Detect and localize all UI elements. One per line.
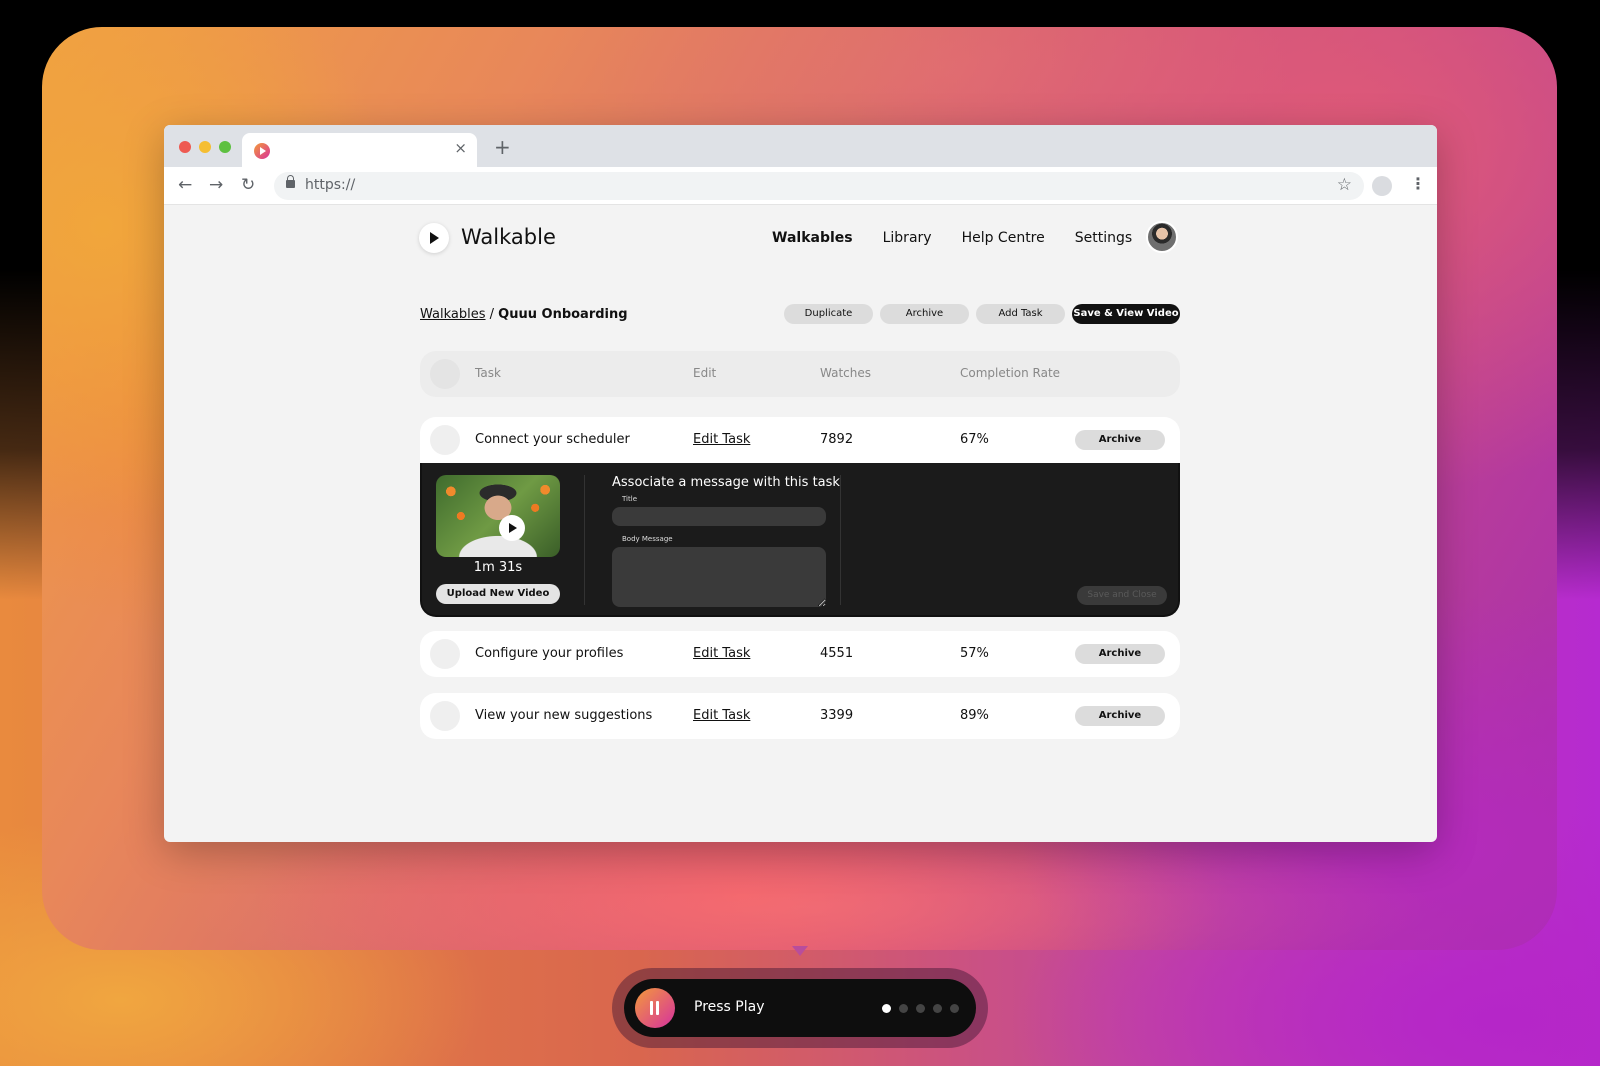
task-completion-rate: 57% (960, 646, 989, 661)
breadcrumb-walkables-link[interactable]: Walkables (420, 307, 486, 322)
browser-profile-icon[interactable] (1372, 176, 1392, 196)
header-edit: Edit (693, 366, 717, 380)
breadcrumb: Walkables / Quuu Onboarding (420, 307, 628, 322)
header-task: Task (475, 366, 501, 380)
task-name: Configure your profiles (475, 646, 624, 661)
header-watches: Watches (820, 366, 871, 380)
play-icon[interactable] (499, 515, 525, 541)
archive-walkable-button[interactable]: Archive (880, 304, 969, 324)
nav-settings[interactable]: Settings (1075, 230, 1132, 246)
archive-task-button[interactable]: Archive (1075, 706, 1165, 726)
window-maximize-dot[interactable] (219, 141, 231, 153)
task-select-circle[interactable] (430, 701, 460, 731)
address-bar[interactable]: https:// ☆ (274, 172, 1364, 200)
lock-icon (286, 175, 295, 188)
archive-task-button[interactable]: Archive (1075, 430, 1165, 450)
forward-arrow-icon[interactable]: → (209, 175, 223, 195)
pause-icon[interactable] (635, 988, 675, 1028)
bookmark-star-icon[interactable]: ☆ (1337, 175, 1352, 195)
add-task-button[interactable]: Add Task (976, 304, 1065, 324)
nav-library[interactable]: Library (883, 230, 932, 246)
step-dot[interactable] (899, 1004, 908, 1013)
app-content: Walkable Walkables Library Help Centre S… (164, 205, 1437, 842)
nav-walkables[interactable]: Walkables (772, 230, 853, 246)
nav-help-centre[interactable]: Help Centre (962, 230, 1045, 246)
archive-task-button[interactable]: Archive (1075, 644, 1165, 664)
task-name: Connect your scheduler (475, 432, 630, 447)
task-completion-rate: 89% (960, 708, 989, 723)
step-dot[interactable] (882, 1004, 891, 1013)
step-dot[interactable] (950, 1004, 959, 1013)
duplicate-button[interactable]: Duplicate (784, 304, 873, 324)
save-and-close-button[interactable]: Save and Close (1077, 586, 1167, 605)
browser-tab[interactable]: × (242, 133, 477, 167)
task-completion-rate: 67% (960, 432, 989, 447)
logo-text[interactable]: Walkable (461, 225, 556, 249)
video-thumbnail[interactable] (436, 475, 560, 557)
walkable-logo-play-icon[interactable] (419, 223, 449, 253)
task-watches: 3399 (820, 708, 854, 723)
title-label: Title (622, 495, 638, 503)
browser-menu-icon[interactable]: ⋮ (1410, 174, 1426, 193)
tab-bar: × + (164, 125, 1437, 167)
edit-task-link[interactable]: Edit Task (693, 708, 750, 723)
panel-divider (840, 475, 841, 605)
url-text[interactable]: https:// (305, 177, 355, 193)
task-watches: 7892 (820, 432, 854, 447)
reload-icon[interactable]: ↻ (241, 175, 255, 195)
body-message-label: Body Message (622, 535, 673, 543)
table-row[interactable]: View your new suggestions Edit Task 3399… (420, 693, 1180, 739)
step-dot[interactable] (933, 1004, 942, 1013)
browser-toolbar: ← → ↻ https:// ☆ ⋮ (164, 167, 1437, 205)
breadcrumb-current: Quuu Onboarding (498, 307, 628, 322)
back-arrow-icon[interactable]: ← (178, 175, 192, 195)
task-name: View your new suggestions (475, 708, 653, 723)
title-input[interactable] (612, 507, 826, 526)
task-select-circle[interactable] (430, 639, 460, 669)
step-dot[interactable] (916, 1004, 925, 1013)
tab-close-icon[interactable]: × (454, 139, 467, 157)
table-row[interactable]: Connect your scheduler Edit Task 7892 67… (420, 417, 1180, 463)
header-select-circle (430, 359, 460, 389)
pointer-caret (792, 946, 808, 956)
body-message-input[interactable] (612, 547, 826, 607)
upload-new-video-button[interactable]: Upload New Video (436, 584, 560, 604)
table-header: Task Edit Watches Completion Rate (420, 351, 1180, 397)
walkable-favicon-icon (254, 143, 270, 159)
browser-window: × + ← → ↻ https:// ☆ ⋮ Walkable Walkable… (164, 125, 1437, 842)
video-duration: 1m 31s (473, 560, 523, 575)
window-minimize-dot[interactable] (199, 141, 211, 153)
task-watches: 4551 (820, 646, 854, 661)
breadcrumb-separator: / (485, 307, 499, 322)
panel-divider (584, 475, 585, 605)
table-row[interactable]: Configure your profiles Edit Task 4551 5… (420, 631, 1180, 677)
window-close-dot[interactable] (179, 141, 191, 153)
main-nav: Walkables Library Help Centre Settings (772, 230, 1132, 246)
save-view-video-button[interactable]: Save & View Video (1072, 304, 1180, 324)
player-label: Press Play (694, 999, 765, 1015)
task-select-circle[interactable] (430, 425, 460, 455)
header-completion-rate: Completion Rate (960, 366, 1061, 380)
edit-task-link[interactable]: Edit Task (693, 646, 750, 661)
playback-bar: Press Play (624, 979, 976, 1037)
new-tab-icon[interactable]: + (494, 135, 511, 159)
edit-task-link[interactable]: Edit Task (693, 432, 750, 447)
message-heading: Associate a message with this task (612, 475, 840, 490)
user-avatar[interactable] (1146, 221, 1178, 253)
task-detail-panel: 1m 31s Upload New Video Associate a mess… (420, 463, 1180, 617)
